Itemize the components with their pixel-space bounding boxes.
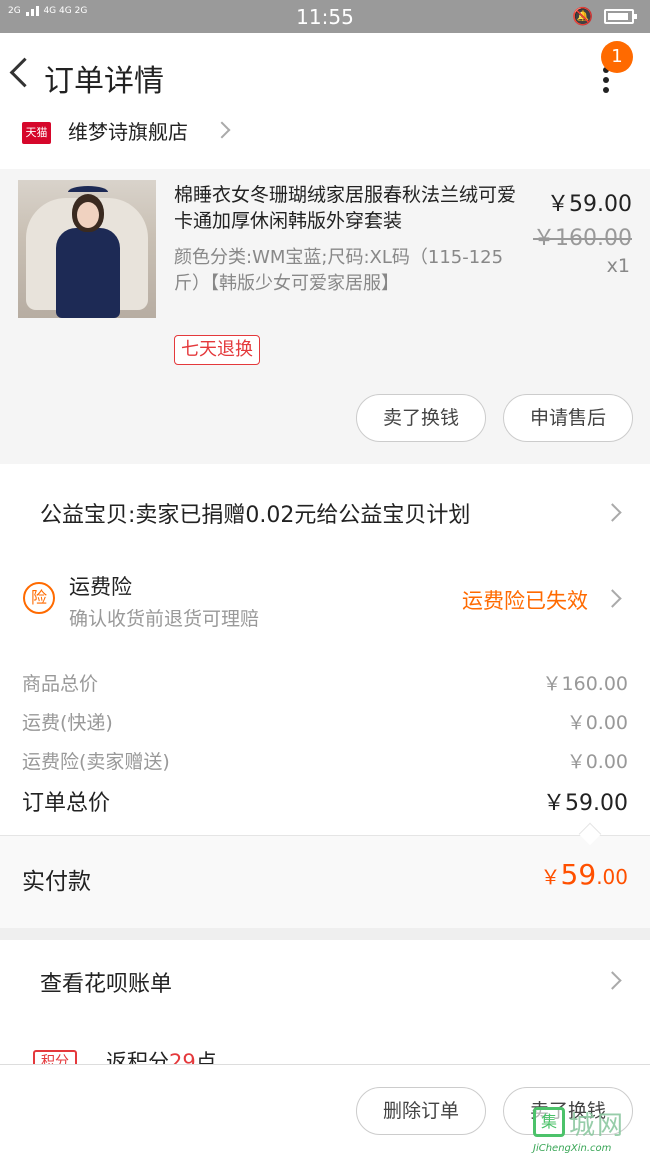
points-suffix: 点 [195, 1050, 217, 1064]
notification-badge: 1 [601, 41, 633, 73]
store-row[interactable]: 天猫 维梦诗旗舰店 [0, 119, 650, 169]
product-original-price: ￥160.00 [533, 226, 632, 251]
cost-value: ￥0.00 [566, 712, 628, 734]
paid-decimal: .00 [596, 865, 628, 889]
page-title: 订单详情 [44, 64, 164, 99]
chevron-right-icon[interactable] [603, 589, 622, 608]
huabei-row[interactable]: 查看花呗账单 积分 返积分29点 [0, 940, 650, 1064]
insurance-title: 运费险 [69, 575, 132, 599]
cost-value: ￥0.00 [566, 751, 628, 773]
points-amount: 29 [169, 1050, 196, 1064]
insurance-status[interactable]: 运费险已失效 [462, 585, 588, 615]
order-total-row: 订单总价 ￥59.00 [22, 785, 628, 817]
order-total-value: ￥59.00 [543, 791, 628, 816]
after-sale-button[interactable]: 申请售后 [503, 394, 633, 442]
clock: 11:55 [296, 5, 354, 29]
tmall-logo-icon: 天猫 [22, 122, 51, 144]
paid-integer: 59 [560, 858, 597, 891]
delete-order-button[interactable]: 删除订单 [356, 1087, 486, 1135]
points-tag: 积分 [33, 1050, 77, 1064]
cost-label: 运费险(卖家赠送) [22, 751, 170, 773]
product-image[interactable] [18, 180, 156, 318]
chevron-right-icon [603, 971, 622, 990]
huabei-text: 查看花呗账单 [40, 972, 173, 997]
cost-row-goods: 商品总价 ￥160.00 [22, 669, 628, 696]
return-policy-badge: 七天退换 [174, 335, 260, 365]
watermark-logo-icon: 集 [533, 1107, 565, 1137]
insurance-subtitle: 确认收货前退货可理赔 [69, 608, 260, 630]
cost-label: 运费(快递) [22, 712, 113, 734]
sell-button[interactable]: 卖了换钱 [356, 394, 486, 442]
chevron-right-icon[interactable] [603, 503, 622, 522]
product-quantity: x1 [606, 255, 630, 277]
chevron-right-icon [213, 121, 231, 139]
insurance-icon: 险 [23, 582, 55, 614]
paid-amount: ￥59.00 [541, 858, 628, 891]
watermark-url: JiChengXin.com [533, 1143, 612, 1154]
paid-row: 实付款 ￥59.00 [0, 836, 650, 928]
status-bar: 2G 4G 4G 2G 11:55 🔕 [0, 0, 650, 33]
order-info-panel: 公益宝贝:卖家已捐赠0.02元给公益宝贝计划 险 运费险 确认收货前退货可理赔 … [0, 464, 650, 928]
battery-icon [604, 9, 637, 24]
mute-bell-icon: 🔕 [572, 7, 594, 27]
product-price: ￥59.00 [547, 192, 632, 217]
watermark: 集 城网 JiChengXin.com [533, 1103, 650, 1155]
points-prefix: 返积分 [106, 1050, 169, 1064]
product-card[interactable]: 棉睡衣女冬珊瑚绒家居服春秋法兰绒可爱卡通加厚休闲韩版外穿套装 颜色分类:WM宝蓝… [0, 169, 650, 464]
cost-row-shipping: 运费(快递) ￥0.00 [22, 708, 628, 735]
cost-label: 商品总价 [22, 673, 99, 695]
cost-value: ￥160.00 [542, 673, 628, 695]
product-title: 棉睡衣女冬珊瑚绒家居服春秋法兰绒可爱卡通加厚休闲韩版外穿套装 [174, 184, 517, 232]
page-header: 订单详情 1 [0, 33, 650, 119]
cost-row-insurance: 运费险(卖家赠送) ￥0.00 [22, 747, 628, 774]
paid-label: 实付款 [22, 869, 91, 895]
back-arrow-icon[interactable] [6, 53, 38, 93]
order-total-label: 订单总价 [22, 791, 111, 816]
points-text: 返积分29点 [106, 1046, 217, 1064]
watermark-text: 城网 [569, 1111, 626, 1141]
charity-text[interactable]: 公益宝贝:卖家已捐赠0.02元给公益宝贝计划 [40, 497, 470, 529]
paid-currency: ￥ [540, 865, 561, 889]
product-spec: 颜色分类:WM宝蓝;尺码:XL码（115-125斤）【韩版少女可爱家居服】 [174, 247, 504, 294]
store-name: 维梦诗旗舰店 [68, 120, 188, 144]
